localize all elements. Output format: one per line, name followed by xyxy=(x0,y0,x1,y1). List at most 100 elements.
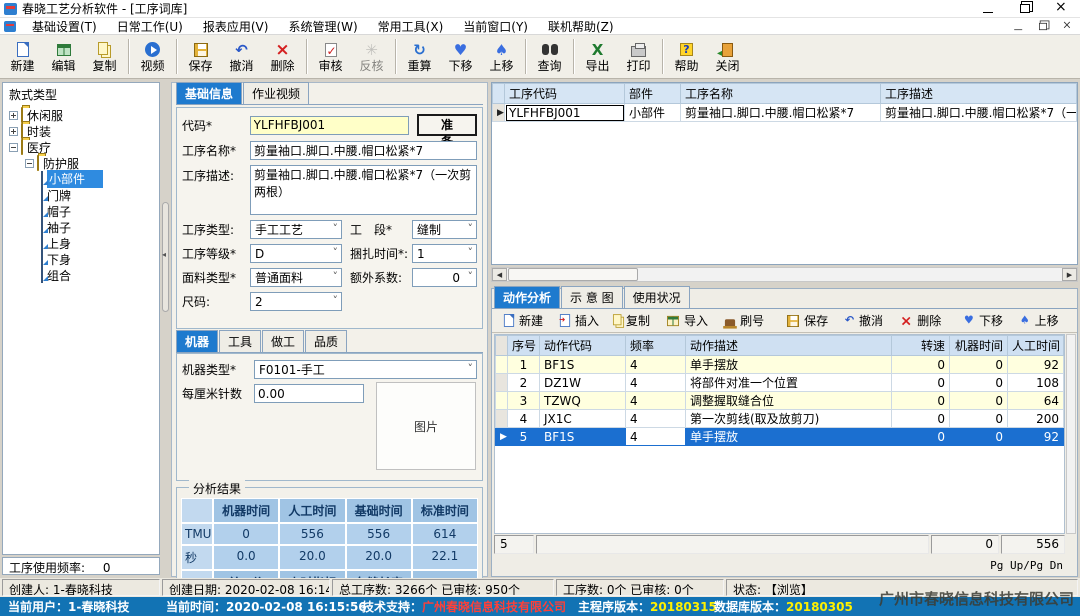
toolbar-button-帮助[interactable]: ? 帮助 xyxy=(666,36,707,77)
tab-workmanship[interactable]: 做工 xyxy=(262,330,304,352)
toolbar-button-编辑[interactable]: 编辑 xyxy=(43,36,84,77)
action-button-统计[interactable]: Σ统计 xyxy=(1073,310,1080,332)
action-row[interactable]: 3TZWQ4调整握取缝合位0064 xyxy=(496,392,1064,410)
toolbar-button-重算[interactable]: ↻ 重算 xyxy=(399,36,440,77)
tree-item-帽子[interactable]: 帽子 xyxy=(3,203,159,219)
tab-usage-status[interactable]: 使用状况 xyxy=(624,286,690,308)
title-bar: 春晓工艺分析软件 - [工序词库] xyxy=(0,0,1080,18)
action-row[interactable]: 4JX1C4第一次剪线(取及放剪刀)00200 xyxy=(496,410,1064,428)
process-row[interactable]: ▶YLFHFBJ001小部件剪量袖口.脚口.中腰.帽口松紧*7剪量袖口.脚口.中… xyxy=(493,104,1077,122)
child-restore-button[interactable] xyxy=(1037,21,1048,31)
process-type-label: 工序类型: xyxy=(182,221,250,238)
action-button-删除[interactable]: ×删除 xyxy=(891,309,949,333)
toolbar-button-删除[interactable]: × 删除 xyxy=(262,36,303,77)
menu-item-3[interactable]: 系统管理(W) xyxy=(278,19,367,35)
save-icon xyxy=(787,315,799,327)
size-label: 尺码: xyxy=(182,293,250,310)
print-icon xyxy=(631,41,646,59)
tree-item-组合[interactable]: 组合 xyxy=(3,267,159,283)
tree-toggle-icon[interactable] xyxy=(25,159,34,168)
footer-machine-total: 0 xyxy=(931,535,999,554)
action-button-新建[interactable]: 新建 xyxy=(495,310,551,331)
scroll-thumb[interactable] xyxy=(508,268,638,281)
tree-item-小部件[interactable]: 小部件 xyxy=(3,171,159,187)
status-segment-2: 总工序数: 3266个 已审核: 950个 xyxy=(332,579,554,596)
scroll-left-icon[interactable]: ◀ xyxy=(492,268,507,281)
tree-item-袖子[interactable]: 袖子 xyxy=(3,219,159,235)
menu-item-2[interactable]: 报表应用(V) xyxy=(193,19,279,35)
minimize-button[interactable] xyxy=(982,2,996,15)
tree-item-门牌[interactable]: 门牌 xyxy=(3,187,159,203)
child-minimize-button[interactable] xyxy=(1013,21,1024,31)
tab-basic-info[interactable]: 基础信息 xyxy=(176,82,242,104)
tree-item-上身[interactable]: 上身 xyxy=(3,235,159,251)
fabric-type-select[interactable]: 普通面料 xyxy=(250,268,342,287)
action-button-导入[interactable]: 导入 xyxy=(658,310,716,331)
action-button-刷号[interactable]: 刷号 xyxy=(716,310,772,331)
status2-item-4: 数据库版本：20180305 xyxy=(714,598,894,615)
stitch-count-input[interactable] xyxy=(254,384,364,403)
toolbar-button-保存[interactable]: 保存 xyxy=(180,36,221,77)
action-button-下移[interactable]: ♥下移 xyxy=(955,310,1011,331)
scroll-right-icon[interactable]: ▶ xyxy=(1062,268,1077,281)
menu-item-0[interactable]: 基础设置(T) xyxy=(22,19,107,35)
action-button-上移[interactable]: ♠上移 xyxy=(1011,310,1067,331)
tree-toggle-icon[interactable] xyxy=(9,127,18,136)
action-button-保存[interactable]: 保存 xyxy=(778,310,836,331)
status-bar-bottom: 当前用户：1-春晓科技当前时间：2020-02-08 16:15:56技术支持：… xyxy=(0,597,1080,616)
toolbar-button-打印[interactable]: 打印 xyxy=(618,36,659,77)
tab-diagram[interactable]: 示 意 图 xyxy=(561,286,623,308)
tree-toggle-icon[interactable] xyxy=(9,143,18,152)
restore-button[interactable] xyxy=(1018,2,1032,15)
status-segment-0: 创建人: 1-春晓科技 xyxy=(2,579,160,596)
tab-machine[interactable]: 机器 xyxy=(176,330,218,352)
child-close-button[interactable] xyxy=(1061,21,1072,31)
tab-quality[interactable]: 品质 xyxy=(305,330,347,352)
action-row[interactable]: 2DZ1W4将部件对准一个位置00108 xyxy=(496,374,1064,392)
tree-item-防护服[interactable]: 防护服 xyxy=(3,155,159,171)
stage-select[interactable]: 缝制 xyxy=(412,220,477,239)
menu-item-1[interactable]: 日常工作(U) xyxy=(107,19,193,35)
ready-button[interactable]: 准 备 xyxy=(417,114,477,136)
action-button-撤消[interactable]: ↶撤消 xyxy=(836,310,891,331)
status2-item-0: 当前用户：1-春晓科技 xyxy=(8,598,166,615)
toolbar-button-下移[interactable]: ♥ 下移 xyxy=(440,36,481,77)
new-icon xyxy=(504,314,514,327)
grade-select[interactable]: D xyxy=(250,244,342,263)
tab-tool[interactable]: 工具 xyxy=(219,330,261,352)
process-type-select[interactable]: 手工工艺 xyxy=(250,220,342,239)
size-select[interactable]: 2 xyxy=(250,292,342,311)
tab-work-video[interactable]: 作业视频 xyxy=(243,82,309,104)
toolbar-button-查询[interactable]: 查询 xyxy=(529,36,570,77)
toolbar-button-撤消[interactable]: ↶ 撤消 xyxy=(221,36,262,77)
toolbar-button-上移[interactable]: ♠ 上移 xyxy=(481,36,522,77)
toolbar-button-新建[interactable]: 新建 xyxy=(2,36,43,77)
tree-item-下身[interactable]: 下身 xyxy=(3,251,159,267)
bundle-time-select[interactable]: 1 xyxy=(412,244,477,263)
menu-item-4[interactable]: 常用工具(X) xyxy=(368,19,454,35)
menu-item-6[interactable]: 联机帮助(Z) xyxy=(538,19,624,35)
process-table-hscrollbar[interactable]: ◀ ▶ xyxy=(491,267,1078,282)
tree-toggle-icon[interactable] xyxy=(9,111,18,120)
code-input[interactable] xyxy=(250,116,409,135)
tab-action-analysis[interactable]: 动作分析 xyxy=(494,286,560,308)
tree-item-医疗[interactable]: 医疗 xyxy=(3,139,159,155)
extra-factor-select[interactable]: 0 xyxy=(412,268,477,287)
process-name-input[interactable] xyxy=(250,141,477,160)
menu-item-5[interactable]: 当前窗口(Y) xyxy=(453,19,538,35)
action-table-vscrollbar[interactable] xyxy=(1066,334,1076,534)
action-button-插入[interactable]: 插入 xyxy=(551,310,607,331)
toolbar-button-导出[interactable]: X 导出 xyxy=(577,36,618,77)
toolbar-button-视频[interactable]: 视频 xyxy=(132,36,173,77)
panel-splitter[interactable]: ◂ xyxy=(161,82,170,555)
action-row[interactable]: 1BF1S4单手摆放0092 xyxy=(496,356,1064,374)
process-desc-input[interactable]: 剪量袖口.脚口.中腰.帽口松紧*7（一次剪两根） xyxy=(250,165,477,215)
machine-type-select[interactable]: F0101-手工 xyxy=(254,360,477,379)
close-button[interactable] xyxy=(1054,2,1068,15)
toolbar-button-复制[interactable]: 复制 xyxy=(84,36,125,77)
action-row[interactable]: ▶5BF1S4单手摆放0092 xyxy=(496,428,1064,446)
style-tree: 休闲服 时装 医疗 防护服 小部件 门牌 帽子 袖子 上身 下身 组合 xyxy=(3,105,159,283)
toolbar-button-审核[interactable]: 审核 xyxy=(310,36,351,77)
action-button-复制[interactable]: 复制 xyxy=(607,310,658,331)
toolbar-button-关闭[interactable]: 关闭 xyxy=(707,36,748,77)
